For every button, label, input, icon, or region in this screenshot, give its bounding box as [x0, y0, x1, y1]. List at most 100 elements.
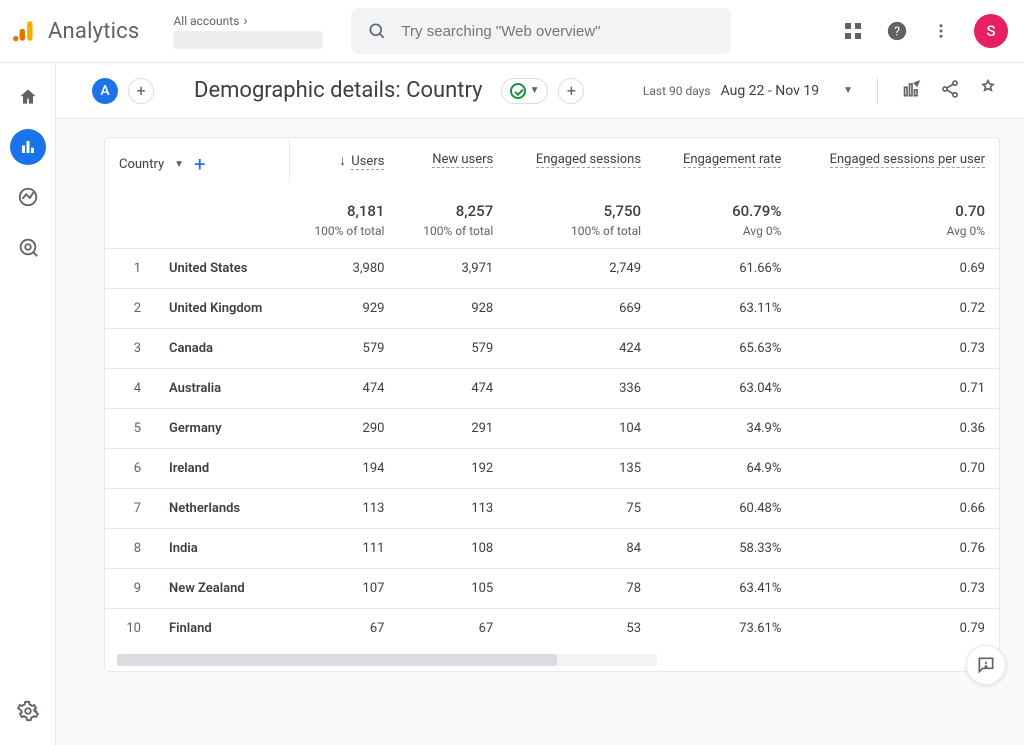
- share-icon[interactable]: [940, 79, 960, 103]
- row-metric: 928: [398, 289, 507, 329]
- data-table-card: Country ▼ + ↓ Users New users Engaged se…: [104, 137, 1000, 672]
- feedback-button[interactable]: [966, 645, 1006, 685]
- account-picker[interactable]: All accounts ›: [173, 13, 333, 49]
- row-metric: 194: [290, 449, 399, 489]
- chevron-down-icon: ▼: [843, 85, 853, 96]
- row-metric: 336: [507, 369, 655, 409]
- app-header: Analytics All accounts › ?: [0, 0, 1024, 62]
- apps-icon[interactable]: [842, 20, 864, 42]
- row-index: 1: [105, 249, 155, 289]
- row-metric: 111: [290, 529, 399, 569]
- product-logo[interactable]: Analytics: [12, 18, 139, 44]
- row-index: 6: [105, 449, 155, 489]
- row-metric: 60.48%: [655, 489, 795, 529]
- row-metric: 67: [290, 609, 399, 649]
- analytics-logo-icon: [12, 18, 38, 44]
- date-range-label: Last 90 days: [643, 84, 711, 98]
- row-country: Germany: [155, 409, 290, 449]
- chevron-down-icon: ▼: [174, 159, 184, 170]
- row-metric: 0.76: [795, 529, 999, 569]
- row-metric: 290: [290, 409, 399, 449]
- row-metric: 424: [507, 329, 655, 369]
- table-row[interactable]: 2United Kingdom92992866963.11%0.72: [105, 289, 999, 329]
- nav-reports[interactable]: [10, 129, 46, 165]
- row-index: 3: [105, 329, 155, 369]
- row-metric: 75: [507, 489, 655, 529]
- help-icon[interactable]: ?: [886, 20, 908, 42]
- nav-explore[interactable]: [10, 179, 46, 215]
- dimension-label: Country: [119, 157, 164, 172]
- account-picker-label: All accounts: [173, 14, 239, 28]
- row-metric: 58.33%: [655, 529, 795, 569]
- table-row[interactable]: 8India1111088458.33%0.76: [105, 529, 999, 569]
- table-row[interactable]: 7Netherlands1131137560.48%0.66: [105, 489, 999, 529]
- row-metric: 0.73: [795, 329, 999, 369]
- avatar-initial: S: [986, 22, 995, 40]
- segment-chip[interactable]: A: [92, 78, 118, 104]
- date-range-picker[interactable]: Last 90 days Aug 22 - Nov 19 ▼: [643, 83, 853, 99]
- search-bar[interactable]: [351, 8, 731, 54]
- row-metric: 34.9%: [655, 409, 795, 449]
- row-country: Ireland: [155, 449, 290, 489]
- table-row[interactable]: 6Ireland19419213564.9%0.70: [105, 449, 999, 489]
- report-toolbar: A + Demographic details: Country ▼ + Las…: [56, 63, 1024, 119]
- row-metric: 929: [290, 289, 399, 329]
- insights-icon[interactable]: [978, 79, 998, 103]
- customize-report-icon[interactable]: [902, 79, 922, 103]
- row-country: India: [155, 529, 290, 569]
- table-row[interactable]: 10Finland67675373.61%0.79: [105, 609, 999, 649]
- table-row[interactable]: 9New Zealand1071057863.41%0.73: [105, 569, 999, 609]
- row-metric: 0.66: [795, 489, 999, 529]
- column-header-users[interactable]: ↓ Users: [290, 138, 399, 182]
- row-country: United States: [155, 249, 290, 289]
- row-metric: 107: [290, 569, 399, 609]
- row-metric: 0.73: [795, 569, 999, 609]
- column-header-eng-sess-per-user[interactable]: Engaged sessions per user: [795, 138, 999, 182]
- search-input[interactable]: [399, 22, 715, 41]
- row-country: Canada: [155, 329, 290, 369]
- report-status-dropdown[interactable]: ▼: [501, 78, 549, 104]
- more-vert-icon[interactable]: [930, 20, 952, 42]
- nav-admin[interactable]: [10, 693, 46, 729]
- user-avatar[interactable]: S: [974, 14, 1008, 48]
- row-metric: 474: [290, 369, 399, 409]
- row-metric: 63.04%: [655, 369, 795, 409]
- table-row[interactable]: 3Canada57957942465.63%0.73: [105, 329, 999, 369]
- add-comparison-button[interactable]: +: [558, 78, 584, 104]
- row-metric: 0.72: [795, 289, 999, 329]
- column-header-engaged-sessions[interactable]: Engaged sessions: [507, 138, 655, 182]
- column-header-engagement-rate[interactable]: Engagement rate: [655, 138, 795, 182]
- row-metric: 3,971: [398, 249, 507, 289]
- segment-chip-letter: A: [100, 83, 109, 99]
- add-dimension-button[interactable]: +: [194, 152, 205, 176]
- row-metric: 105: [398, 569, 507, 609]
- add-segment-button[interactable]: +: [128, 78, 154, 104]
- row-metric: 65.63%: [655, 329, 795, 369]
- date-range-value: Aug 22 - Nov 19: [721, 83, 820, 99]
- row-index: 9: [105, 569, 155, 609]
- nav-home[interactable]: [10, 79, 46, 115]
- row-country: Australia: [155, 369, 290, 409]
- nav-advertising[interactable]: [10, 229, 46, 265]
- row-country: United Kingdom: [155, 289, 290, 329]
- sort-desc-icon: ↓: [339, 153, 346, 169]
- table-row[interactable]: 1United States3,9803,9712,74961.66%0.69: [105, 249, 999, 289]
- data-table: Country ▼ + ↓ Users New users Engaged se…: [105, 138, 999, 649]
- table-horizontal-scrollbar[interactable]: [105, 649, 999, 671]
- row-metric: 104: [507, 409, 655, 449]
- table-row[interactable]: 5Germany29029110434.9%0.36: [105, 409, 999, 449]
- row-country: Netherlands: [155, 489, 290, 529]
- column-header-new-users[interactable]: New users: [398, 138, 507, 182]
- row-metric: 63.41%: [655, 569, 795, 609]
- row-metric: 2,749: [507, 249, 655, 289]
- row-metric: 135: [507, 449, 655, 489]
- table-row[interactable]: 4Australia47447433663.04%0.71: [105, 369, 999, 409]
- row-metric: 669: [507, 289, 655, 329]
- row-metric: 579: [290, 329, 399, 369]
- row-metric: 579: [398, 329, 507, 369]
- row-index: 2: [105, 289, 155, 329]
- row-metric: 0.79: [795, 609, 999, 649]
- dimension-picker[interactable]: Country ▼ +: [119, 152, 275, 176]
- row-metric: 474: [398, 369, 507, 409]
- row-metric: 0.69: [795, 249, 999, 289]
